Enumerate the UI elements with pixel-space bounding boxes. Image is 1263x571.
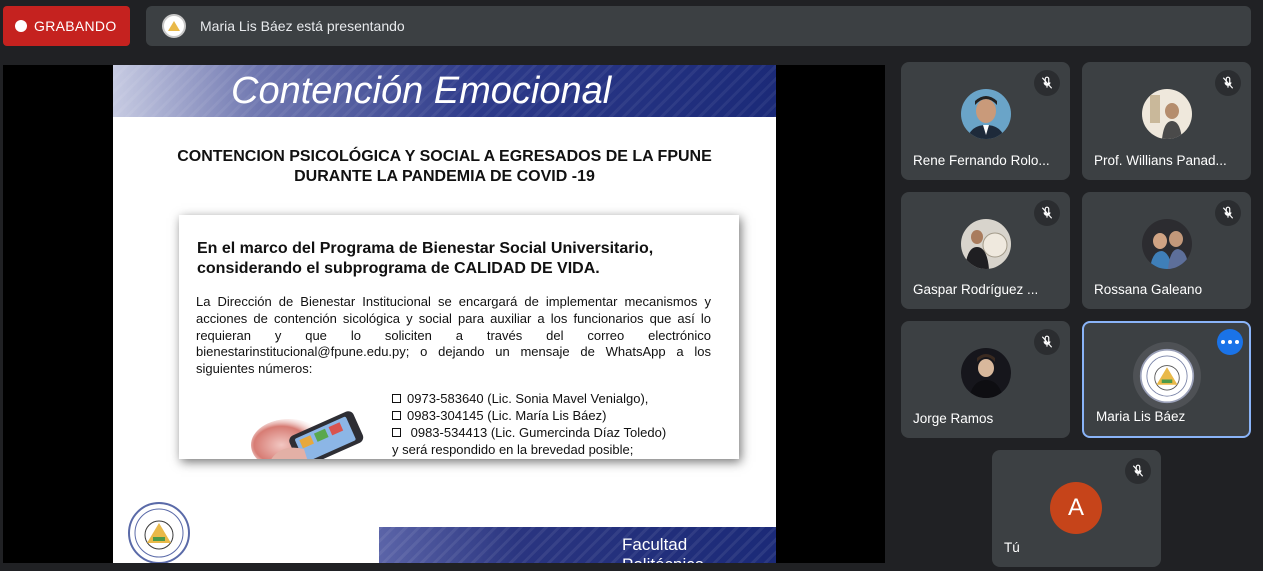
mic-off-icon [1034,70,1060,96]
card-body-text: La Dirección de Bienestar Institucional … [196,294,711,377]
participant-name: Gaspar Rodríguez ... [913,282,1039,297]
presentation-slide: Contención Emocional CONTENCION PSICOLÓG… [113,65,776,563]
participant-tile[interactable]: Rene Fernando Rolo... [901,62,1070,180]
participant-avatar [1132,341,1201,410]
participant-tile[interactable]: Rossana Galeano [1082,192,1251,309]
closing-text: y será respondido en la brevedad posible… [392,442,634,457]
list-item: 0973-583640 (Lic. Sonia Mavel Venialgo), [392,390,722,407]
contact-list: 0973-583640 (Lic. Sonia Mavel Venialgo),… [392,390,722,458]
presentation-stage[interactable]: Contención Emocional CONTENCION PSICOLÓG… [3,65,885,563]
more-options-icon[interactable] [1217,329,1243,355]
recording-button[interactable]: GRABANDO [3,6,130,46]
participant-tile[interactable]: Prof. Willians Panad... [1082,62,1251,180]
phone-hand-image [251,411,364,459]
participant-tile-active[interactable]: Maria Lis Báez [1082,321,1251,438]
participant-name: Rene Fernando Rolo... [913,153,1050,168]
record-dot-icon [15,20,27,32]
self-avatar: A [1050,482,1102,534]
slide-footer-band [379,527,776,563]
participant-name: Tú [1004,540,1020,555]
slide-title: Contención Emocional [231,70,612,112]
presenter-banner: Maria Lis Báez está presentando [146,6,1251,46]
slide-footer-text: Facultad Politécnica [622,535,704,563]
participant-name: Maria Lis Báez [1096,409,1186,424]
participant-tile[interactable]: Gaspar Rodríguez ... [901,192,1070,309]
participant-avatar [960,347,1011,398]
presenter-logo-icon [162,14,186,38]
list-item: 0983-534413 (Lic. Gumercinda Díaz Toledo… [392,424,722,441]
card-heading: En el marco del Programa de Bienestar So… [197,240,654,277]
participant-avatar [960,218,1011,269]
mic-off-icon [1034,200,1060,226]
slide-subtitle: CONTENCION PSICOLÓGICA Y SOCIAL A EGRESA… [177,148,712,185]
self-tile[interactable]: A Tú [992,450,1161,567]
presenter-text: Maria Lis Báez está presentando [200,18,405,34]
participant-avatar [960,89,1011,139]
slide-info-card: En el marco del Programa de Bienestar So… [179,215,739,459]
mic-off-icon [1215,200,1241,226]
mic-off-icon [1125,458,1151,484]
participant-avatar [1141,89,1192,139]
university-seal-icon [128,502,190,563]
recording-label: GRABANDO [34,18,117,34]
participant-tile[interactable]: Jorge Ramos [901,321,1070,438]
participant-avatar [1141,218,1192,269]
participant-name: Jorge Ramos [913,411,994,426]
participant-name: Prof. Willians Panad... [1094,153,1227,168]
mic-off-icon [1215,70,1241,96]
list-item: 0983-304145 (Lic. María Lis Báez) [392,407,722,424]
mic-off-icon [1034,329,1060,355]
participant-name: Rossana Galeano [1094,282,1203,297]
